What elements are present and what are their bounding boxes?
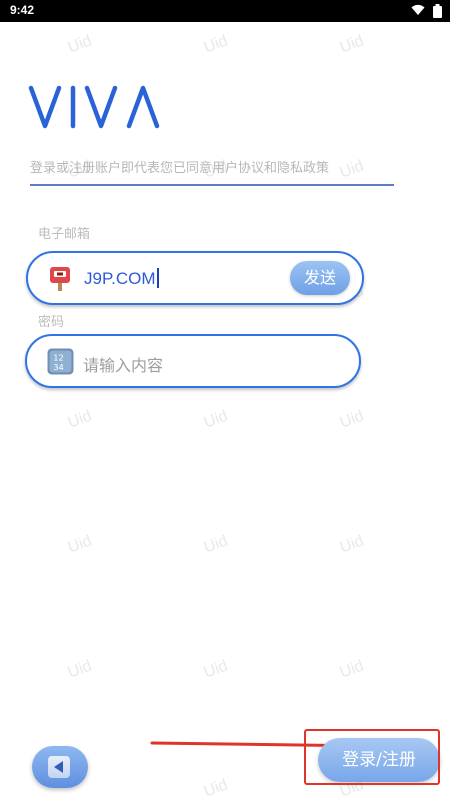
password-field[interactable]: 12 34 请输入内容 bbox=[25, 334, 361, 388]
watermark: Uid bbox=[65, 407, 95, 432]
battery-icon bbox=[433, 4, 442, 18]
watermark: Uid bbox=[337, 32, 367, 57]
email-field[interactable]: J9P.COM 发送 bbox=[26, 251, 364, 305]
watermark: Uid bbox=[201, 532, 231, 557]
wifi-icon bbox=[411, 4, 425, 15]
password-label: 密码 bbox=[38, 315, 65, 330]
watermark: Uid bbox=[201, 776, 231, 801]
send-code-button[interactable]: 发送 bbox=[290, 261, 350, 295]
watermark: Uid bbox=[201, 32, 231, 57]
mailbox-icon bbox=[50, 267, 70, 291]
system-icons bbox=[411, 4, 442, 18]
email-value[interactable]: J9P.COM bbox=[84, 268, 159, 289]
back-arrow-icon bbox=[54, 761, 63, 773]
svg-text:34: 34 bbox=[53, 362, 64, 372]
watermark: Uid bbox=[65, 32, 95, 57]
watermark: Uid bbox=[337, 407, 367, 432]
annotation-highlight-box bbox=[304, 729, 440, 785]
back-button[interactable] bbox=[32, 746, 88, 788]
watermark: Uid bbox=[65, 657, 95, 682]
watermark: Uid bbox=[337, 657, 367, 682]
status-time: 9:42 bbox=[10, 3, 35, 17]
agreement-text[interactable]: 登录或注册账户即代表您已同意用户协议和隐私政策 bbox=[30, 158, 394, 186]
watermark: Uid bbox=[65, 532, 95, 557]
watermark: Uid bbox=[201, 657, 231, 682]
watermark: Uid bbox=[201, 407, 231, 432]
number-keypad-icon: 12 34 bbox=[47, 348, 74, 375]
viva-logo bbox=[28, 85, 160, 129]
back-icon-tile bbox=[48, 756, 70, 778]
password-placeholder: 请输入内容 bbox=[83, 356, 164, 375]
watermark: Uid bbox=[337, 532, 367, 557]
email-label: 电子邮箱 bbox=[38, 227, 91, 242]
text-caret bbox=[156, 268, 159, 288]
status-bar: 9:42 bbox=[0, 0, 450, 22]
